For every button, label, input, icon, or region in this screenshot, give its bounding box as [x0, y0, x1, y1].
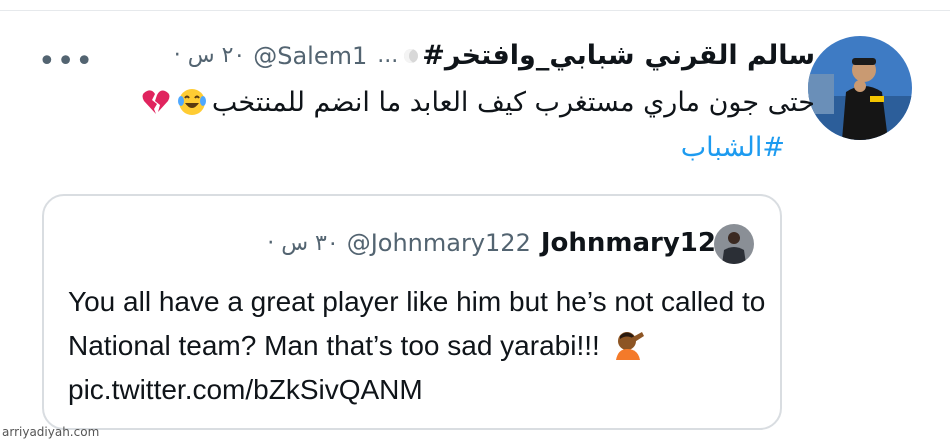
display-name-hashtag[interactable]: #شبابي_وافتخر: [422, 40, 634, 71]
quoted-user-handle[interactable]: @Johnmary122: [347, 229, 531, 257]
quoted-avatar-photo: [714, 224, 754, 264]
top-divider: [0, 10, 950, 11]
hashtag-link[interactable]: #الشباب: [681, 132, 785, 163]
more-options-icon[interactable]: •••: [38, 44, 94, 79]
watermark: arriyadiyah.com: [2, 425, 100, 439]
tweet-text: حتى جون ماري مستغرب كيف العابد ما انضم ل…: [140, 86, 815, 118]
crescent-emoji-icon: [404, 48, 419, 63]
facepalm-emoji-icon: [612, 329, 646, 360]
quoted-tweet-text: You all have a great player like him but…: [68, 280, 768, 412]
quoted-tweet-link[interactable]: pic.twitter.com/bZkSivQANM: [68, 374, 423, 405]
quoted-text-content: You all have a great player like him but…: [68, 286, 766, 361]
avatar-photo: [808, 36, 912, 140]
tweet-text-content: حتى جون ماري مستغرب كيف العابد ما انضم ل…: [211, 86, 815, 118]
name-truncation: ...: [377, 43, 399, 68]
quoted-display-name[interactable]: Johnmary12: [541, 228, 716, 258]
quoted-tweet-time[interactable]: · ٣٠ س: [267, 231, 339, 256]
quoted-avatar[interactable]: [714, 224, 754, 264]
tweet-header: سالم القرني #شبابي_وافتخر ... @Salem1 · …: [174, 40, 815, 71]
quoted-tweet-header: Johnmary12 @Johnmary122 · ٣٠ س: [267, 228, 716, 258]
tears-of-joy-emoji-icon: [176, 86, 208, 118]
broken-heart-emoji-icon: [140, 86, 172, 118]
quoted-tweet-card[interactable]: Johnmary12 @Johnmary122 · ٣٠ س You all h…: [42, 194, 782, 430]
avatar[interactable]: [808, 36, 912, 140]
display-name[interactable]: سالم القرني: [645, 40, 815, 71]
user-handle[interactable]: @Salem1: [253, 42, 367, 70]
tweet-time[interactable]: · ٢٠ س: [174, 43, 246, 68]
